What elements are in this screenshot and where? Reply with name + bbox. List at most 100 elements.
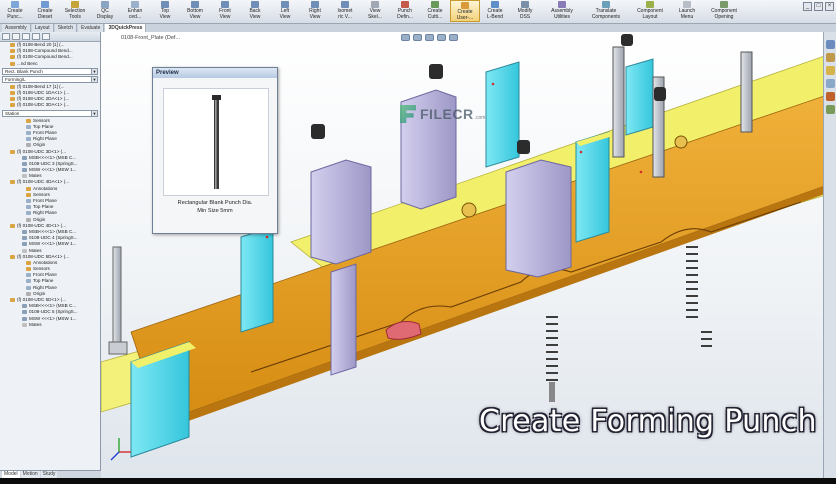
component-icon [22,304,27,309]
bottom-tab[interactable]: Motion [20,471,40,478]
ribbon-button[interactable]: Create Dieset [30,0,60,20]
command-icon [602,1,610,8]
component-icon [26,285,31,290]
tree-item[interactable]: ...nd Benc [0,61,100,67]
watermark: FILECR .com [400,105,485,123]
ribbon-button-label: Launch Menu [678,8,696,20]
tree-item-label: MSW <<<1> (MSW 1... [29,241,77,247]
tree-item-label: (f) 0108-UDC 4DA<1> (... [17,179,70,185]
ribbon-button[interactable]: Top View [150,0,180,20]
ribbon-button-label: Create User-... [456,9,474,21]
ribbon-button-label: Back View [249,8,261,20]
ribbon-button[interactable]: Modify DSS [510,0,540,20]
minimize-button[interactable]: _ [803,2,812,11]
home-icon[interactable] [825,40,835,49]
view-palette-icon[interactable] [825,79,835,88]
ribbon-toolbar: Create Punc... Create Dieset Selection Too… [0,0,836,24]
component-icon [10,43,15,48]
command-tab[interactable]: Assembly [2,24,31,32]
ribbon-button[interactable]: Punch Defin... [390,0,420,20]
punch-type-select[interactable]: Rect. Blank Punch ▼ [2,67,98,75]
ribbon-button[interactable]: Create User-... [450,0,480,22]
tree-item-label: (f) 0108-UDC 3DA<1> (... [17,102,70,108]
component-icon [26,199,31,204]
custom-properties-icon[interactable] [825,105,835,114]
component-icon [26,124,31,129]
component-icon [26,217,31,222]
bottom-tab[interactable]: Study [40,471,58,478]
ribbon-button[interactable]: QC Display [90,0,120,20]
ribbon-button[interactable]: Launch Menu [672,0,702,20]
ribbon-button-label: Front View [219,8,231,20]
ribbon-button-label: Assembly Utilities [551,8,573,20]
command-tab[interactable]: Sketch [54,24,77,32]
ribbon-button[interactable]: View Skel... [360,0,390,20]
ribbon-button[interactable]: Enhan ced... [120,0,150,20]
close-button[interactable]: × [825,2,834,11]
video-caption: Create Forming Punch [479,404,817,439]
feature-tree-icon[interactable] [2,33,10,40]
tree-item-label: 0108-UDC 3 (SpringS... [29,160,78,166]
tree-item-label: 0108-UDC 4 (SpringS... [29,235,78,241]
ribbon-button[interactable]: Bottom View [180,0,210,20]
ribbon-button[interactable]: Assembly Utilities [540,0,584,20]
display-style-icon[interactable] [449,34,458,41]
component-icon [26,211,31,216]
appearances-icon[interactable] [825,92,835,101]
preview-image [163,88,269,196]
ribbon-button[interactable]: Translate Components [584,0,628,20]
ribbon-button[interactable]: Create Cutti... [420,0,450,20]
maximize-button[interactable]: □ [814,2,823,11]
display-manager-icon[interactable] [42,33,50,40]
component-icon [26,130,31,135]
ribbon-button[interactable]: Back View [240,0,270,20]
bottom-tab[interactable]: Model [2,471,20,478]
command-icon [401,1,409,8]
property-manager-icon[interactable] [12,33,20,40]
view-orientation-icon[interactable] [437,34,446,41]
component-icon [22,155,27,160]
dimxpert-icon[interactable] [32,33,40,40]
component-icon [22,168,27,173]
command-tab[interactable]: Layout [31,24,54,32]
command-icon [131,1,139,8]
component-icon [10,149,15,154]
tree-item-label: (f) 0108-Compound Bend... [17,48,73,54]
configuration-manager-icon[interactable] [22,33,30,40]
file-explorer-icon[interactable] [825,66,835,75]
tree-item-label: (f) 0108-Compound Bend... [17,54,73,60]
tree-item[interactable]: Mates [0,322,100,328]
guide-pin-base [108,341,128,355]
pilot-hole [461,202,477,218]
station-select[interactable]: Station ▼ [2,109,98,117]
command-manager-tabs: Assembly Layout Sketch Evaluate 3DQuickPress [0,24,836,32]
station-value: Station [5,110,20,116]
ribbon-button[interactable]: Right View [300,0,330,20]
component-icon [26,137,31,142]
section-view-icon[interactable] [425,34,434,41]
command-tab[interactable]: Evaluate [78,24,105,32]
ribbon-button-label: Create L-Bend [486,8,504,20]
breadcrumb[interactable]: 0108-Front_Plate (Def... [121,35,180,41]
command-icon [646,1,654,8]
ribbon-button[interactable]: Create L-Bend [480,0,510,20]
tree-item-label: (f) 0108-UDC 4D<1> (... [17,222,67,228]
coordinate-triad-icon [110,438,131,461]
tree-item[interactable]: (f) 0108-UDC 3DA<1> (... [0,102,100,108]
forming-type-select[interactable]: Forming/L ▼ [2,75,98,83]
zoom-area-icon[interactable] [413,34,422,41]
ribbon-button[interactable]: Selection Tools [60,0,90,20]
ribbon-button[interactable]: Left View [270,0,300,20]
ribbon-button[interactable]: Isomet ric V... [330,0,360,20]
component-icon [10,298,15,303]
ribbon-button[interactable]: Component Layout [628,0,672,20]
component-icon [26,205,31,210]
tree-item-label: Origin [33,290,46,296]
tree-group-station: Sensors Top Plane Front Plane Right Plane Or… [0,118,100,328]
ribbon-button[interactable]: Component Opening [702,0,746,20]
zoom-fit-icon[interactable] [401,34,410,41]
command-tab[interactable]: 3DQuickPress [105,24,147,32]
ribbon-button[interactable]: Create Punc... [0,0,30,20]
design-library-icon[interactable] [825,53,835,62]
ribbon-button[interactable]: Front View [210,0,240,20]
